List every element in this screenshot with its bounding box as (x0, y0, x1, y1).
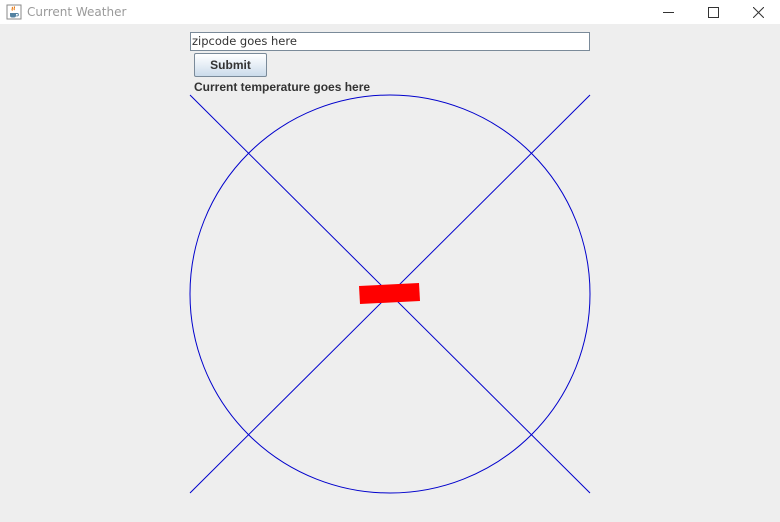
weather-gauge (189, 94, 591, 494)
app-window: Current Weather Submit Current temperatu… (0, 0, 780, 522)
temperature-needle (359, 283, 420, 304)
